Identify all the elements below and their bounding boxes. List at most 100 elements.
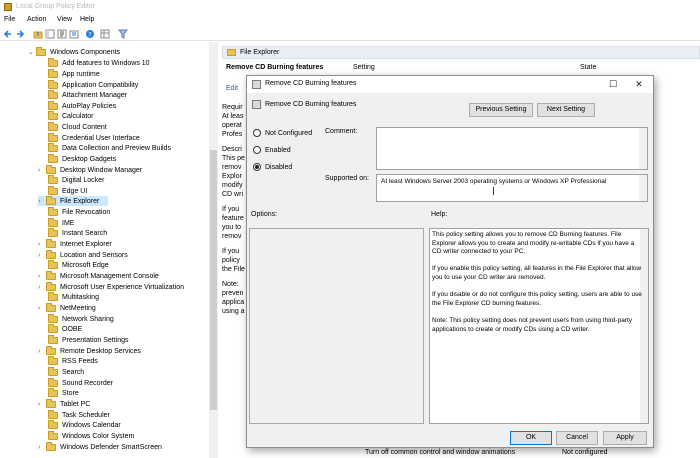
tree-item[interactable]: Task Scheduler	[48, 409, 110, 420]
tree-item[interactable]: › Internet Explorer	[38, 238, 112, 249]
policy-row-state: Not configured	[562, 449, 608, 456]
menu-view[interactable]: View	[57, 16, 72, 23]
tree-item[interactable]: › Location and Sensors	[38, 249, 128, 260]
expand-caret-icon[interactable]: ›	[38, 252, 46, 259]
folder-icon	[48, 430, 58, 440]
tree-item[interactable]: Calculator	[48, 110, 94, 121]
tree-item[interactable]: AutoPlay Policies	[48, 100, 116, 111]
tree-item[interactable]: OOBE	[48, 323, 82, 334]
expand-caret-icon[interactable]: ›	[38, 284, 46, 291]
tree-item[interactable]: Presentation Settings	[48, 334, 129, 345]
apply-button[interactable]: Apply	[603, 431, 647, 445]
tree-item[interactable]: Multitasking	[48, 291, 99, 302]
dialog-title: Remove CD Burning features	[265, 80, 357, 87]
expand-caret-icon[interactable]: ›	[38, 167, 46, 174]
expand-caret-icon[interactable]: ⌄	[28, 48, 36, 56]
forward-arrow-icon[interactable]	[15, 29, 25, 39]
policy-icon	[252, 80, 261, 89]
expand-caret-icon[interactable]: ›	[38, 241, 46, 248]
tree-item[interactable]: Search	[48, 366, 84, 377]
tree-item[interactable]: Credential User Interface	[48, 132, 140, 143]
tree-item[interactable]: › Microsoft Management Console	[38, 270, 159, 281]
show-hide-tree-icon[interactable]	[45, 29, 55, 39]
tree-item[interactable]: › Desktop Window Manager	[38, 164, 142, 175]
expand-caret-icon[interactable]: ›	[38, 348, 46, 355]
folder-icon	[48, 121, 58, 131]
policy-description-fragment: Requir At leas operat Profes Descri This…	[222, 104, 245, 315]
expand-caret-icon[interactable]: ›	[38, 401, 46, 408]
radio-disabled[interactable]: Disabled	[253, 163, 292, 171]
back-arrow-icon[interactable]	[3, 29, 13, 39]
tree-scrollbar-thumb[interactable]	[210, 150, 217, 410]
details-scrollbar[interactable]	[689, 60, 700, 458]
folder-icon	[48, 291, 58, 301]
menu-bar: File Action View Help	[0, 14, 700, 27]
radio-button[interactable]	[253, 146, 261, 154]
radio-enabled[interactable]: Enabled	[253, 146, 291, 154]
radio-button-checked[interactable]	[253, 163, 261, 171]
radio-not-configured[interactable]: Not Configured	[253, 129, 312, 137]
ok-button[interactable]: OK	[510, 431, 552, 445]
policy-row-setting[interactable]: Turn off common control and window anima…	[365, 449, 515, 456]
expand-caret-icon[interactable]: ›	[38, 273, 46, 280]
menu-help[interactable]: Help	[80, 16, 94, 23]
export-list-icon[interactable]	[69, 29, 79, 39]
tree-item[interactable]: App runtime	[48, 68, 100, 79]
folder-icon	[48, 89, 58, 99]
tree-item-selected[interactable]: › File Explorer	[38, 195, 108, 206]
tree-item[interactable]: › NetMeeting	[38, 302, 96, 313]
up-folder-icon[interactable]	[33, 29, 43, 39]
previous-setting-button[interactable]: Previous Setting	[469, 103, 533, 117]
menu-file[interactable]: File	[4, 16, 15, 23]
next-setting-button[interactable]: Next Setting	[537, 103, 595, 117]
folder-icon	[48, 206, 58, 216]
options-label: Options:	[251, 211, 278, 218]
tree-item[interactable]: Application Compatibility	[48, 79, 138, 90]
tree-item[interactable]: Desktop Gadgets	[48, 153, 116, 164]
comment-scrollbar[interactable]	[639, 128, 647, 169]
tree-item[interactable]: Windows Color System	[48, 430, 134, 441]
tree-item[interactable]: RSS Feeds	[48, 355, 98, 366]
tree-item[interactable]: Edge UI	[48, 185, 87, 196]
tree-item[interactable]: Data Collection and Preview Builds	[48, 142, 171, 153]
expand-caret-icon[interactable]: ›	[38, 305, 46, 312]
cancel-button[interactable]: Cancel	[556, 431, 598, 445]
supported-scrollbar[interactable]	[639, 175, 647, 201]
filter-icon[interactable]	[118, 29, 128, 39]
details-view-icon[interactable]	[100, 29, 110, 39]
tree-item[interactable]: Network Sharing	[48, 313, 114, 324]
maximize-icon[interactable]: ☐	[602, 78, 624, 91]
tree-item[interactable]: Digital Locker	[48, 174, 104, 185]
tree-item[interactable]: Microsoft Edge	[48, 259, 109, 270]
help-icon[interactable]: ?	[85, 29, 95, 39]
tree-item[interactable]: Sound Recorder	[48, 377, 113, 388]
close-icon[interactable]: ✕	[628, 78, 650, 91]
tree-item[interactable]: › Remote Desktop Services	[38, 345, 141, 356]
supported-on-label: Supported on:	[325, 175, 369, 182]
tree-item[interactable]: › Windows Defender SmartScreen	[38, 441, 162, 452]
folder-icon	[46, 281, 56, 291]
tree-item[interactable]: Attachment Manager	[48, 89, 127, 100]
radio-button[interactable]	[253, 129, 261, 137]
folder-icon	[48, 313, 58, 323]
folder-icon	[48, 366, 58, 376]
folder-icon	[48, 355, 58, 365]
tree-item[interactable]: Instant Search	[48, 227, 107, 238]
tree-item[interactable]: Add features to Windows 10	[48, 57, 150, 68]
tree-item[interactable]: Windows Calendar	[48, 419, 121, 430]
folder-icon	[48, 68, 58, 78]
properties-icon[interactable]	[57, 29, 67, 39]
expand-caret-icon[interactable]: ›	[38, 444, 46, 451]
expand-caret-icon[interactable]: ›	[38, 198, 46, 205]
tree-item[interactable]: ⌄ Windows Components	[28, 46, 120, 57]
tree-item[interactable]: Store	[48, 387, 79, 398]
tree-item[interactable]: File Revocation	[48, 206, 110, 217]
column-header-state[interactable]: State	[580, 64, 596, 71]
tree-item[interactable]: Cloud Content	[48, 121, 107, 132]
column-header-setting[interactable]: Setting	[353, 64, 375, 71]
tree-item[interactable]: IME	[48, 217, 74, 228]
comment-textarea[interactable]	[376, 127, 648, 170]
menu-action[interactable]: Action	[27, 16, 46, 23]
tree-item[interactable]: › Microsoft User Experience Virtualizatio…	[38, 281, 184, 292]
tree-item[interactable]: › Tablet PC	[38, 398, 90, 409]
